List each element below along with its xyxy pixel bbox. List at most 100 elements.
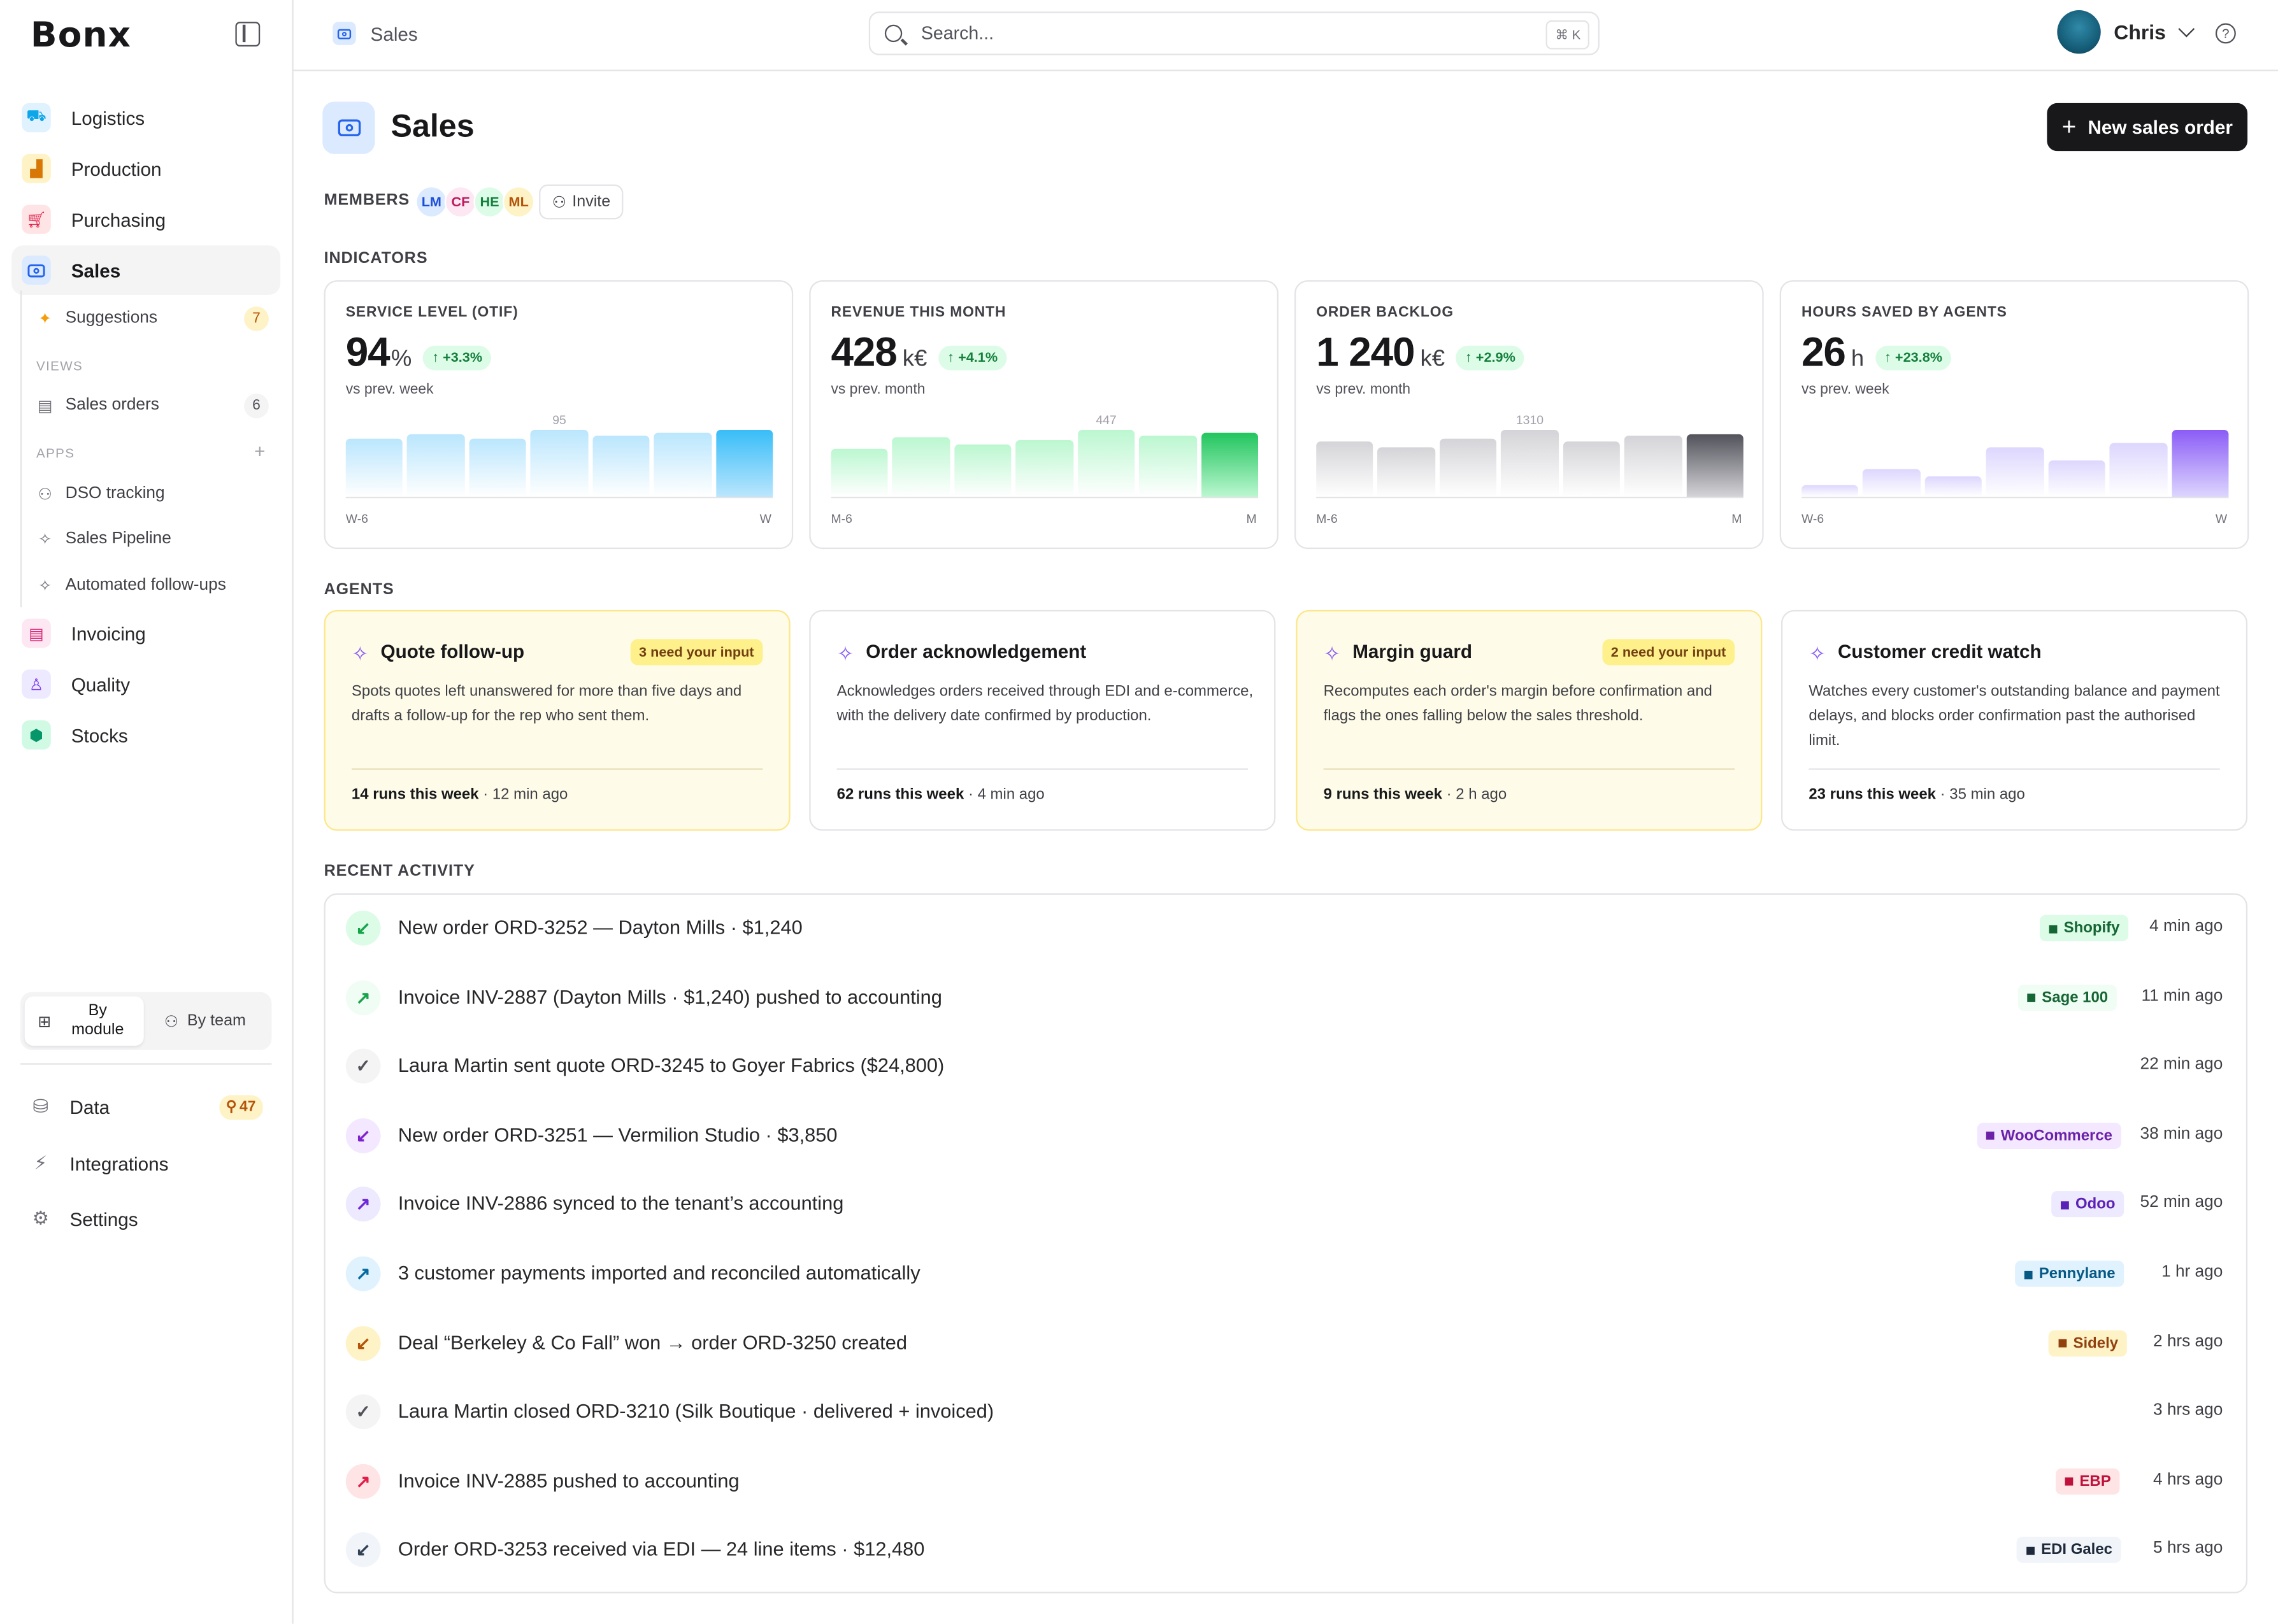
sidebar-item-stocks[interactable]: ⬢ Stocks bbox=[11, 710, 280, 760]
search-box[interactable]: ⌘ K bbox=[868, 11, 1600, 55]
activity-row[interactable]: ↗ 3 customer payments imported and recon… bbox=[326, 1244, 2246, 1302]
divider bbox=[20, 1063, 272, 1065]
activity-row[interactable]: ↗ Invoice INV-2886 synced to the tenant’… bbox=[326, 1176, 2246, 1234]
activity-row[interactable]: ↙ Deal “Berkeley & Co Fall” won → order … bbox=[326, 1314, 2246, 1372]
source-logo-icon: ◼ bbox=[2023, 1267, 2033, 1281]
section-label-apps: APPS bbox=[36, 446, 75, 460]
sidebar-item-logistics[interactable]: ⛟ Logistics bbox=[11, 93, 280, 143]
sparkline-bar bbox=[892, 437, 950, 497]
agent-title: Margin guard bbox=[1352, 640, 1473, 662]
source-badge[interactable]: ◼ Sage 100 bbox=[2017, 984, 2117, 1011]
sidebar-item-sales-orders[interactable]: ▤ Sales orders 6 bbox=[20, 385, 275, 425]
sidebar-item-label: Data bbox=[69, 1095, 110, 1118]
sidebar-item-dso-tracking[interactable]: ⚇ DSO tracking bbox=[20, 473, 275, 514]
sidebar: Bonx ⛟ Logistics ▟ Production 🛒︎ Purchas… bbox=[0, 0, 294, 1624]
by-team-toggle[interactable]: ⚇ By team bbox=[151, 996, 267, 1046]
agent-card[interactable]: ✧ Quote follow-up 3 need your input Spot… bbox=[324, 609, 791, 831]
member-avatar[interactable]: HE bbox=[473, 185, 506, 218]
value-unit: k€ bbox=[1420, 347, 1445, 372]
activity-row[interactable]: ✓ Laura Martin sent quote ORD-3245 to Go… bbox=[326, 1037, 2246, 1095]
value-unit: k€ bbox=[902, 347, 928, 372]
runs-count: 9 runs this week bbox=[1323, 785, 1442, 804]
sidebar-item-label: Logistics bbox=[71, 106, 145, 129]
activity-row[interactable]: ↙ New order ORD-3251 — Vermilion Studio … bbox=[326, 1106, 2246, 1164]
sidebar-item-automated-follow-ups[interactable]: ✧ Automated follow-ups bbox=[20, 565, 275, 606]
activity-row[interactable]: ✓ Laura Martin closed ORD-3210 (Silk Bou… bbox=[326, 1383, 2246, 1441]
sparkline-baseline bbox=[345, 496, 773, 499]
needs-input-badge[interactable]: 2 need your input bbox=[1602, 639, 1735, 666]
search-input[interactable] bbox=[918, 22, 1535, 45]
page-icon bbox=[322, 101, 375, 154]
activity-row[interactable]: ↙ New order ORD-3252 — Dayton Mills · $1… bbox=[326, 899, 2246, 957]
agent-card[interactable]: ✧ Margin guard 2 need your input Recompu… bbox=[1296, 609, 1763, 831]
arrow-up-right-icon: ↗ bbox=[345, 1464, 381, 1499]
sidebar-item-suggestions[interactable]: ✦ Suggestions 7 bbox=[20, 298, 275, 339]
value-unit: h bbox=[1851, 347, 1865, 372]
activity-row[interactable]: ↗ Invoice INV-2885 pushed to accounting … bbox=[326, 1452, 2246, 1510]
indicator-card[interactable]: REVENUE THIS MONTH 428 k€ ↑ +4.1% vs pre… bbox=[809, 280, 1279, 550]
activity-time: 4 hrs ago bbox=[2153, 1471, 2223, 1489]
source-badge[interactable]: ◼ Pennylane bbox=[2014, 1260, 2124, 1287]
activity-time: 38 min ago bbox=[2140, 1125, 2223, 1143]
sidebar-item-data[interactable]: ⛁ Data ⚲ 47 bbox=[20, 1085, 275, 1129]
source-badge[interactable]: ◼ EBP bbox=[2055, 1468, 2120, 1495]
button-label: New sales order bbox=[2088, 116, 2233, 138]
new-sales-order-button[interactable]: + New sales order bbox=[2047, 103, 2248, 152]
count-badge: 6 bbox=[244, 392, 269, 418]
source-badge[interactable]: ◼ Sidely bbox=[2049, 1330, 2127, 1357]
sparkles-icon: ✦ bbox=[38, 310, 52, 328]
axis-start-label: M-6 bbox=[1316, 511, 1338, 526]
source-logo-icon: ◼ bbox=[2048, 922, 2058, 935]
member-avatar[interactable]: CF bbox=[444, 185, 477, 218]
activity-time: 5 hrs ago bbox=[2153, 1540, 2223, 1558]
users-icon: ⚇ bbox=[164, 1013, 179, 1031]
activity-text: New order ORD-3252 — Dayton Mills · $1,2… bbox=[398, 916, 803, 939]
user-menu[interactable]: Chris bbox=[2057, 10, 2195, 54]
sparkline-baseline bbox=[1801, 496, 2229, 499]
sidebar-item-label: Sales Pipeline bbox=[65, 530, 171, 548]
activity-time: 22 min ago bbox=[2140, 1056, 2223, 1074]
user-plus-icon: ⚇ bbox=[552, 194, 567, 211]
sidebar-item-sales-pipeline[interactable]: ✧ Sales Pipeline bbox=[20, 518, 275, 559]
sidebar-item-label: Sales bbox=[71, 259, 121, 281]
sidebar-item-label: Invoicing bbox=[71, 622, 146, 645]
sidebar-item-invoicing[interactable]: ▤ Invoicing bbox=[11, 609, 280, 659]
member-avatar[interactable]: ML bbox=[503, 185, 535, 218]
sidebar-item-production[interactable]: ▟ Production bbox=[11, 144, 280, 194]
sidebar-item-label: Integrations bbox=[69, 1152, 169, 1174]
source-badge[interactable]: ◼ Odoo bbox=[2051, 1191, 2124, 1218]
agent-card[interactable]: ✧ Customer credit watch Watches every cu… bbox=[1781, 609, 2248, 831]
sidebar-item-settings[interactable]: ⚙ Settings bbox=[20, 1197, 275, 1240]
activity-row[interactable]: ↙ Order ORD-3253 received via EDI — 24 l… bbox=[326, 1521, 2246, 1579]
plug-icon: ⚡︎ bbox=[34, 1151, 48, 1174]
by-module-toggle[interactable]: ⊞ By module bbox=[24, 996, 144, 1046]
divider bbox=[351, 768, 763, 770]
sidebar-item-quality[interactable]: ♙ Quality bbox=[11, 659, 280, 709]
indicator-card[interactable]: HOURS SAVED BY AGENTS 26 h ↑ +23.8% vs p… bbox=[1779, 280, 2249, 550]
breadcrumb[interactable]: Sales bbox=[333, 22, 418, 45]
sidebar-collapse-icon[interactable] bbox=[235, 22, 261, 46]
activity-row[interactable]: ↗ Invoice INV-2887 (Dayton Mills · $1,24… bbox=[326, 968, 2246, 1026]
activity-time: 52 min ago bbox=[2140, 1194, 2223, 1212]
sidebar-item-integrations[interactable]: ⚡︎ Integrations bbox=[20, 1142, 275, 1185]
activity-time: 4 min ago bbox=[2149, 918, 2223, 936]
sparkline-bar bbox=[469, 438, 527, 497]
sidebar-item-label: Suggestions bbox=[65, 309, 157, 327]
agent-description: Acknowledges orders received through EDI… bbox=[836, 682, 1254, 725]
source-badge[interactable]: ◼ EDI Galec bbox=[2017, 1537, 2121, 1563]
logo[interactable]: Bonx bbox=[31, 15, 131, 55]
sidebar-item-purchasing[interactable]: 🛒︎ Purchasing bbox=[11, 195, 280, 245]
agent-card[interactable]: ✧ Order acknowledgement Acknowledges ord… bbox=[809, 609, 1276, 831]
needs-input-badge[interactable]: 3 need your input bbox=[630, 639, 763, 666]
data-count: 47 bbox=[240, 1099, 256, 1115]
indicator-card[interactable]: ORDER BACKLOG 1 240 k€ ↑ +2.9% vs prev. … bbox=[1294, 280, 1764, 550]
indicator-card[interactable]: SERVICE LEVEL (OTIF) 94 % ↑ +3.3% vs pre… bbox=[324, 280, 794, 550]
sidebar-item-sales[interactable]: Sales bbox=[11, 245, 281, 295]
source-badge[interactable]: ◼ WooCommerce bbox=[1976, 1122, 2121, 1149]
source-badge[interactable]: ◼ Shopify bbox=[2039, 915, 2129, 941]
member-avatar[interactable]: LM bbox=[415, 185, 448, 218]
add-app-icon[interactable]: + bbox=[254, 440, 265, 462]
help-icon[interactable]: ? bbox=[2215, 23, 2236, 44]
invite-button[interactable]: ⚇ Invite bbox=[539, 184, 624, 220]
arrow-down-left-icon: ↙ bbox=[345, 1325, 381, 1360]
